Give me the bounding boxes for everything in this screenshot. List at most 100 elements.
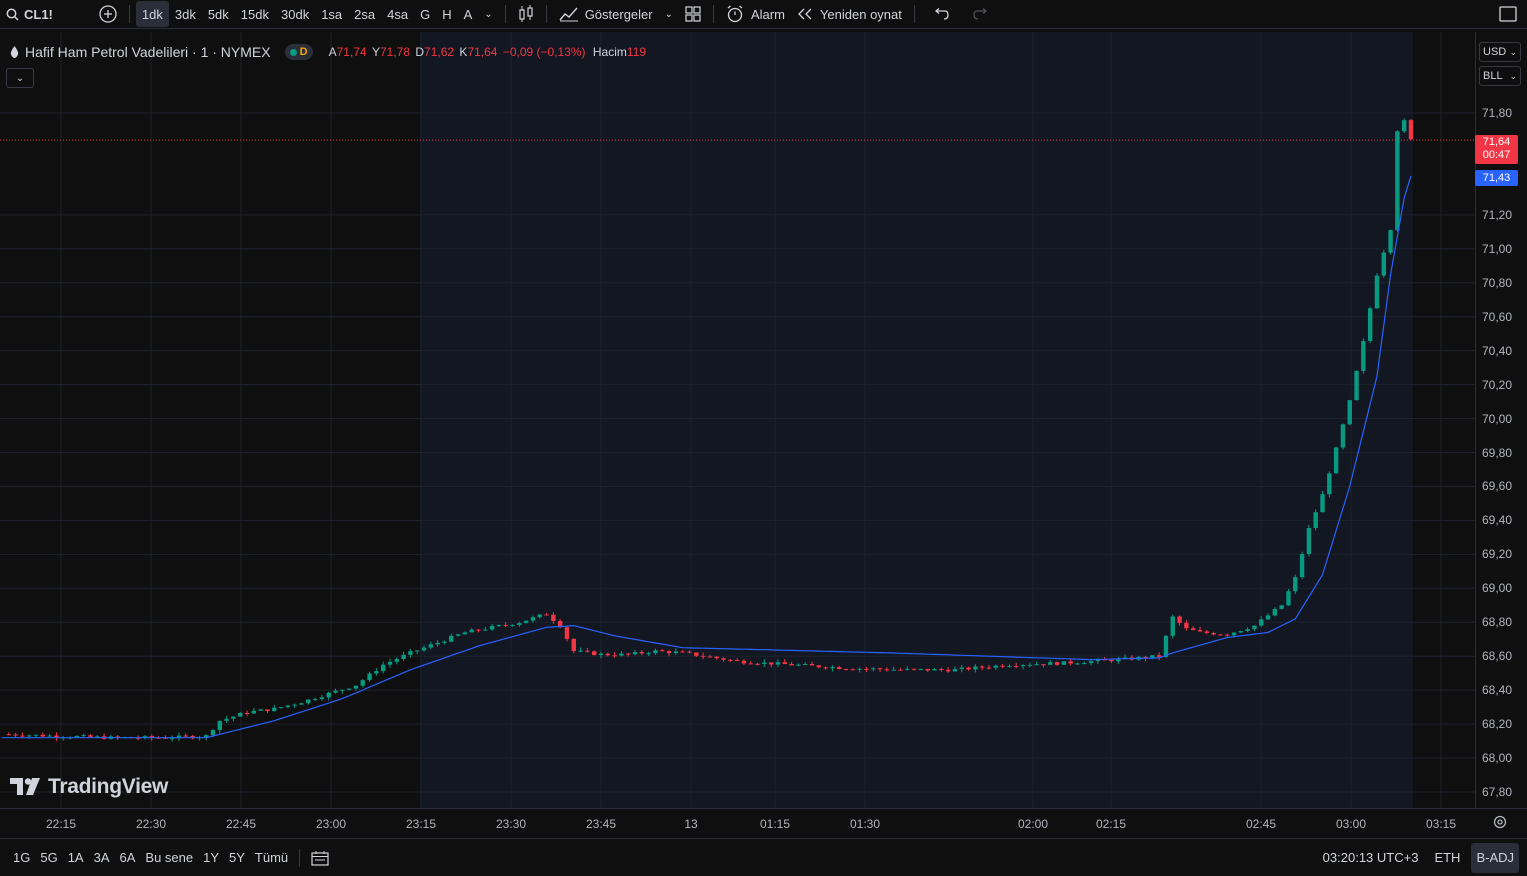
bottom-toolbar: 1G 5G 1A 3A 6A Bu sene 1Y 5Y Tümü 03:20:13 UTC+3…: [0, 838, 1527, 876]
divider: [299, 848, 301, 867]
candle-body: [945, 669, 951, 672]
session-toggle[interactable]: ETH: [1429, 850, 1465, 865]
range-1g[interactable]: 1G: [8, 850, 35, 865]
candle-body: [741, 660, 747, 664]
range-5g[interactable]: 5G: [35, 850, 62, 865]
candle-body: [251, 710, 257, 714]
candle-body: [510, 624, 515, 626]
range-1y[interactable]: 1Y: [198, 850, 224, 865]
candle-body: [326, 692, 331, 698]
last-price-badge: 71,64 00:47: [1475, 135, 1518, 164]
candle-body: [646, 653, 651, 655]
currency-label: USD: [1483, 46, 1507, 58]
candle-body: [435, 642, 440, 645]
candle-body: [598, 653, 604, 656]
interval-4sa[interactable]: 4sa: [381, 0, 414, 28]
time-tick-label: 02:45: [1245, 817, 1277, 831]
candle-body: [748, 663, 753, 665]
price-tick-label: 68,40: [1482, 683, 1513, 698]
candle-body: [231, 716, 236, 719]
market-status-badge[interactable]: D: [284, 44, 313, 60]
candle-body: [871, 668, 876, 670]
candle-body: [292, 704, 297, 706]
candle-body: [1034, 664, 1039, 666]
candle-body: [918, 668, 924, 670]
candle-body: [680, 651, 685, 653]
low-label: D: [415, 45, 425, 59]
alarm-label: Alarm: [751, 6, 785, 22]
adjustment-toggle[interactable]: B-ADJ: [1471, 842, 1519, 873]
candle-body: [1286, 591, 1291, 606]
interval-dropdown-button[interactable]: ⌄: [478, 0, 498, 28]
candle-body: [1272, 608, 1278, 616]
bar-countdown: 00:47: [1482, 149, 1511, 161]
interval-A[interactable]: A: [458, 0, 479, 28]
interval-G[interactable]: G: [414, 0, 436, 28]
indicators-button[interactable]: Göstergeler: [553, 0, 659, 28]
candle-body: [864, 668, 869, 670]
interval-3dk[interactable]: 3dk: [169, 0, 202, 28]
add-symbol-button[interactable]: [93, 0, 123, 28]
axis-settings-button[interactable]: [1493, 815, 1507, 829]
legend-collapse-button[interactable]: ⌄: [6, 68, 34, 88]
symbol-search[interactable]: CL1!: [0, 0, 59, 28]
interval-1sa[interactable]: 1sa: [315, 0, 348, 28]
divider: [713, 5, 714, 23]
candle-body: [952, 669, 958, 672]
price-tick-label: 70,20: [1482, 377, 1513, 392]
candle-body: [1238, 630, 1244, 633]
interval-H[interactable]: H: [436, 0, 457, 28]
candle-body: [523, 620, 529, 624]
interval-2sa[interactable]: 2sa: [348, 0, 381, 28]
indicators-dropdown-button[interactable]: ⌄: [659, 0, 679, 28]
chart-type-button[interactable]: [512, 0, 540, 28]
candle-body: [6, 734, 12, 736]
candles-icon: [518, 5, 534, 23]
candle-body: [612, 655, 617, 657]
candle-body: [353, 685, 359, 689]
candle-body: [244, 712, 250, 714]
candle-body: [911, 668, 917, 670]
candle-body: [469, 629, 474, 633]
interval-30dk[interactable]: 30dk: [275, 0, 315, 28]
candle-body: [939, 669, 944, 671]
settings-icon: [1493, 815, 1507, 829]
candle-body: [360, 680, 365, 686]
candle-body: [660, 650, 665, 652]
range-bu-sene[interactable]: Bu sene: [140, 850, 198, 865]
range-tümü[interactable]: Tümü: [250, 850, 293, 865]
undo-button[interactable]: [927, 0, 955, 28]
candle-body: [537, 614, 542, 618]
tradingview-logo[interactable]: TradingView: [10, 775, 168, 799]
redo-button[interactable]: [967, 0, 995, 28]
candle-body: [823, 667, 828, 669]
range-3a[interactable]: 3A: [89, 850, 115, 865]
range-5y[interactable]: 5Y: [224, 850, 250, 865]
price-chart[interactable]: [0, 32, 1475, 808]
divider: [545, 5, 547, 23]
interval-group: 1dk 3dk 5dk 15dk 30dk 1sa 2sa 4sa G H A: [135, 0, 479, 28]
candle-body: [408, 651, 413, 655]
range-1a[interactable]: 1A: [63, 850, 89, 865]
candle-body: [367, 673, 372, 681]
fullscreen-button[interactable]: [1493, 0, 1523, 28]
interval-1dk[interactable]: 1dk: [135, 1, 169, 27]
brand-label: TradingView: [48, 775, 169, 798]
replay-button[interactable]: Yeniden oynat: [791, 0, 908, 28]
interval-15dk[interactable]: 15dk: [235, 0, 275, 28]
interval-5dk[interactable]: 5dk: [202, 0, 235, 28]
range-6a[interactable]: 6A: [115, 850, 141, 865]
layout-button[interactable]: [679, 0, 707, 28]
candle-body: [891, 669, 896, 671]
candle-body: [1408, 120, 1414, 140]
unit-button[interactable]: BLL ⌄: [1479, 66, 1521, 86]
candle-body: [1156, 655, 1162, 657]
candle-body: [966, 667, 971, 670]
candle-body: [183, 735, 188, 737]
alarm-button[interactable]: Alarm: [720, 0, 791, 28]
goto-date-button[interactable]: [306, 850, 334, 866]
candle-body: [27, 735, 32, 737]
clock-display[interactable]: 03:20:13 UTC+3: [1318, 850, 1424, 865]
instrument-title[interactable]: Hafif Ham Petrol Vadelileri · 1 · NYMEX: [25, 44, 271, 60]
currency-button[interactable]: USD ⌄: [1479, 42, 1521, 62]
